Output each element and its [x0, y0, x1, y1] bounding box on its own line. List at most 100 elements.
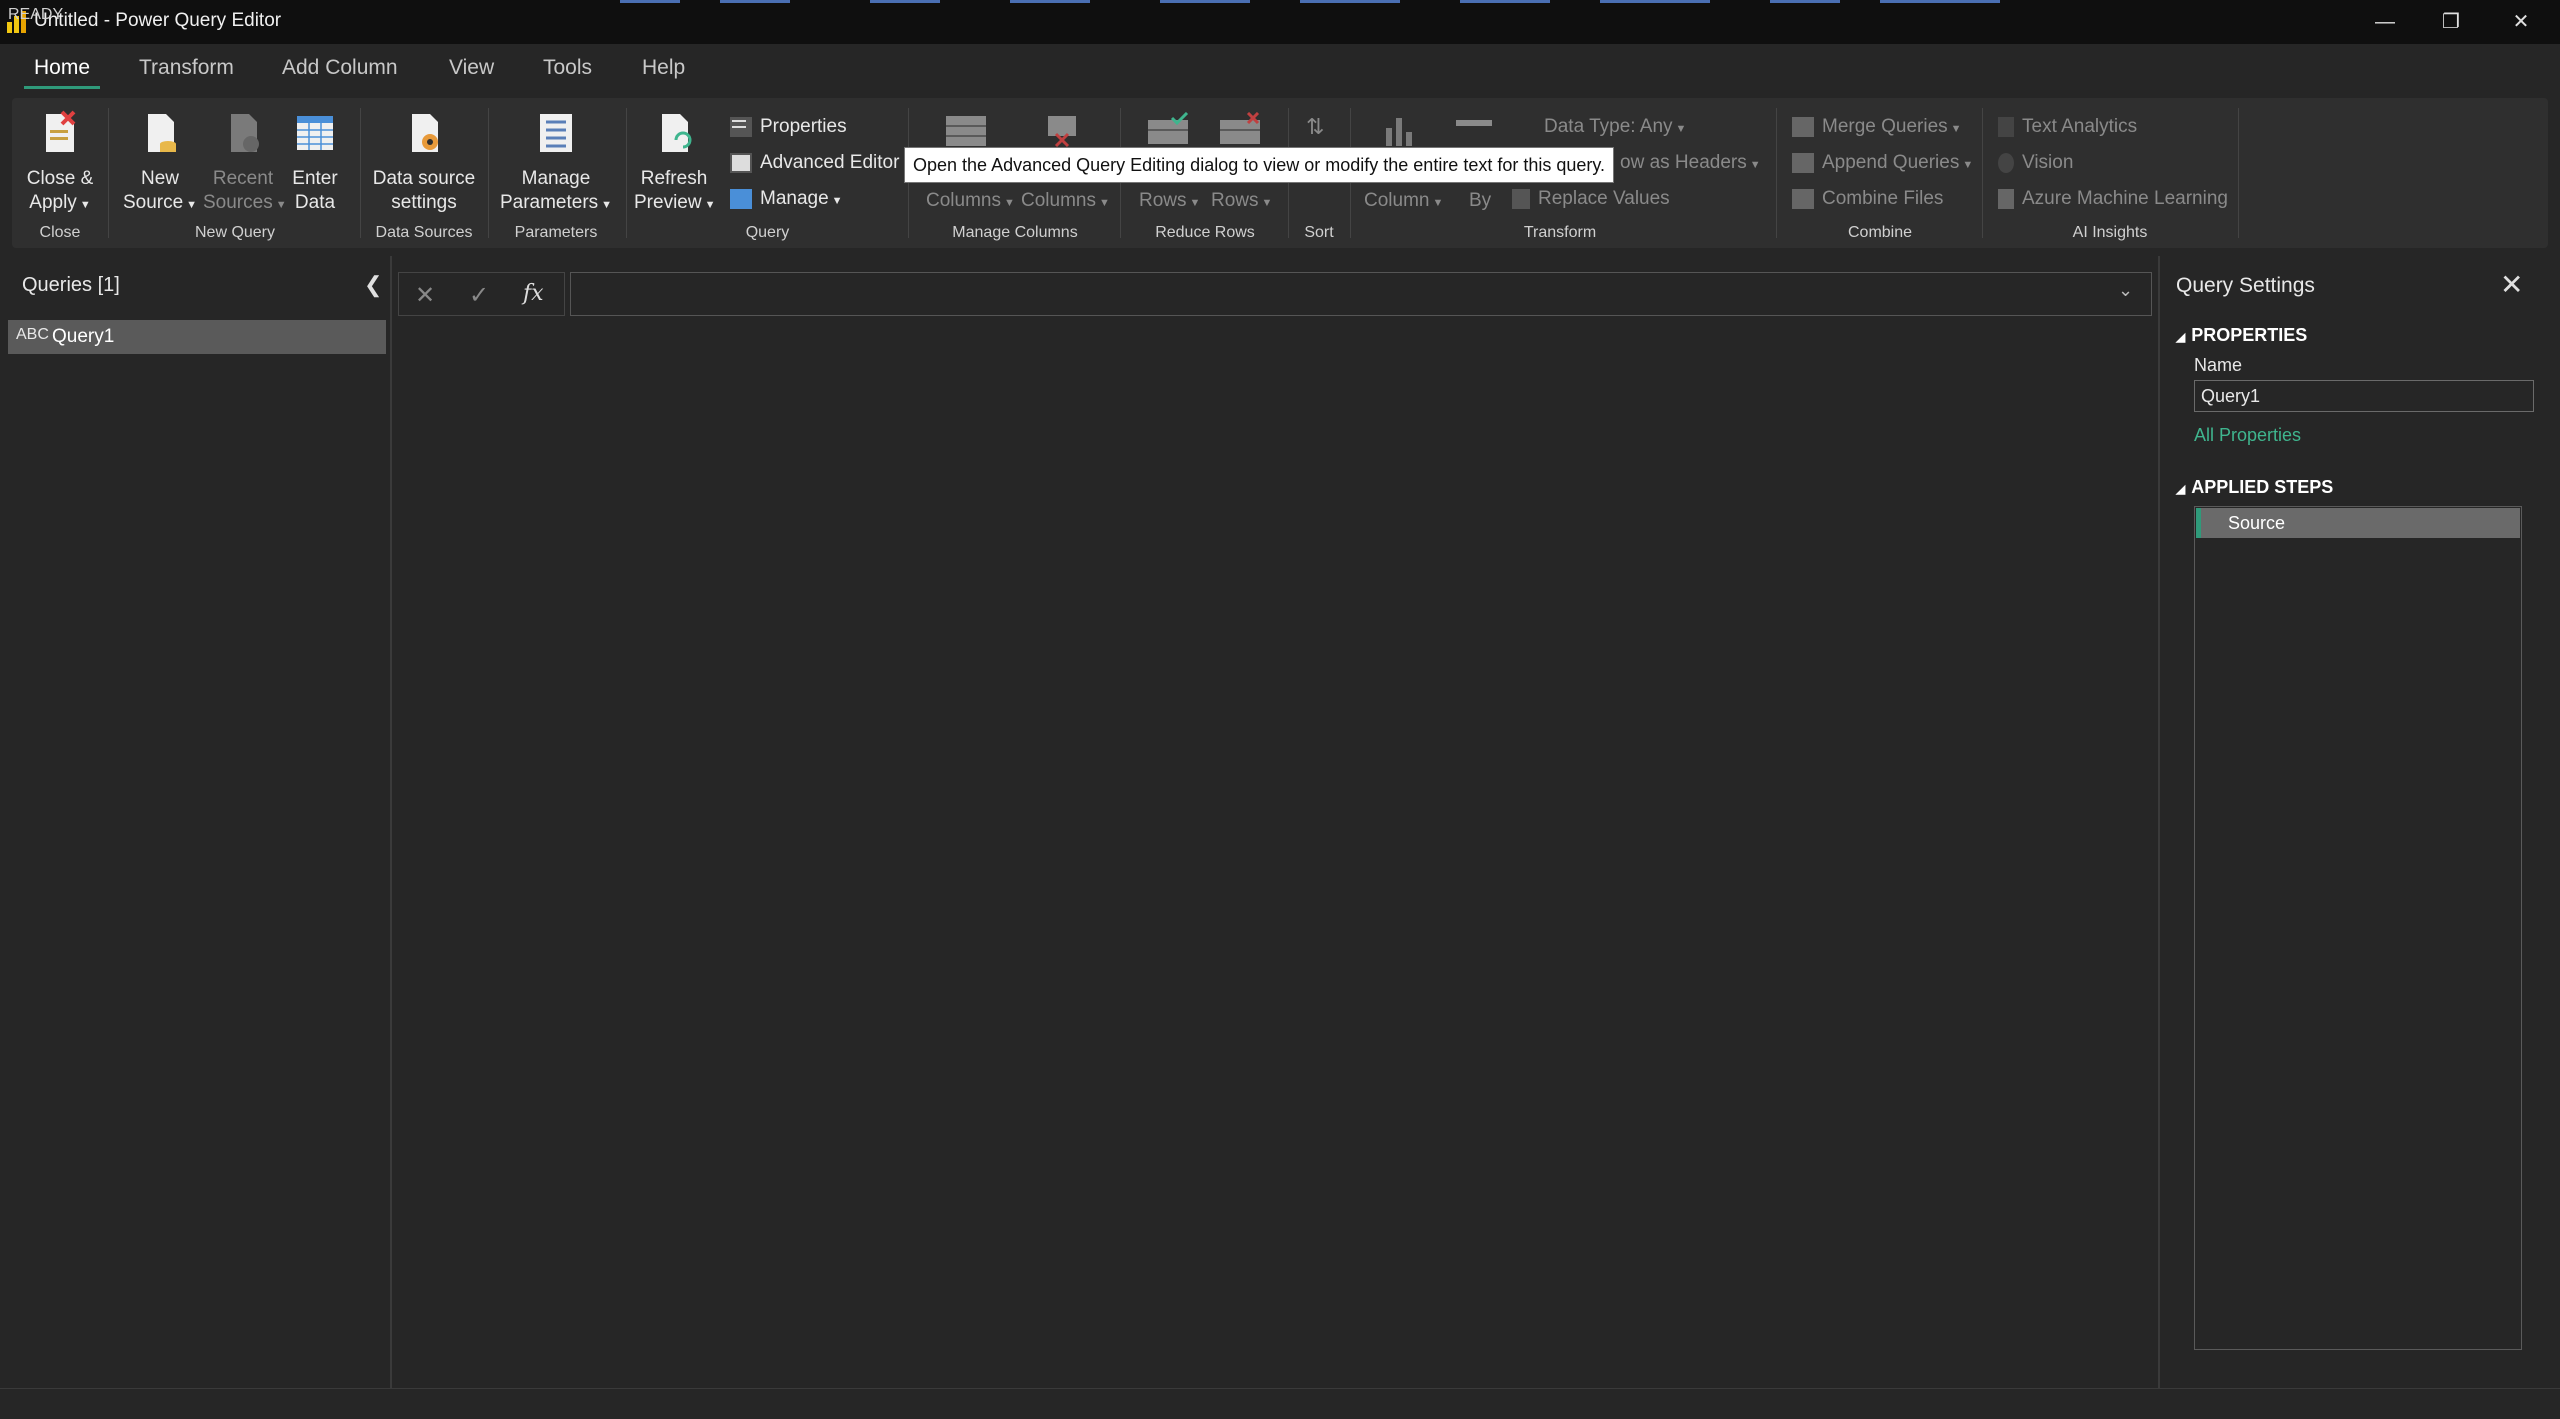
title-bar: Untitled - Power Query Editor — ❐ ✕ — [0, 0, 2560, 44]
chevron-left-icon[interactable]: ❮ — [364, 272, 382, 298]
remove-columns-button[interactable]: Columns ▼ — [1021, 190, 1110, 212]
remove-rows-button[interactable]: Rows ▼ — [1211, 190, 1272, 212]
text-analytics-icon — [1998, 116, 2014, 137]
data-type-dropdown[interactable]: Data Type: Any ▼ — [1544, 116, 1686, 138]
split-column-label: Column — [1364, 190, 1430, 211]
combine-files-icon — [1792, 188, 1814, 209]
refresh-icon — [662, 114, 692, 152]
combine-files-label: Combine Files — [1822, 188, 1944, 209]
minimize-button[interactable]: — — [2358, 6, 2412, 38]
applied-steps-section-header[interactable]: ◢ APPLIED STEPS — [2176, 477, 2333, 498]
group-label-sort: Sort — [1304, 224, 1334, 241]
formula-input[interactable] — [570, 272, 2152, 316]
restore-button[interactable]: ❐ — [2424, 6, 2478, 38]
azure-ml-label: Azure Machine Learning — [2022, 188, 2228, 209]
tab-view[interactable]: View — [449, 56, 494, 80]
group-label-new-query: New Query — [194, 224, 276, 241]
data-source-settings-button[interactable]: Data source settings — [368, 110, 480, 215]
chevron-down-icon: ▼ — [79, 199, 91, 211]
chevron-down-icon: ▼ — [1675, 123, 1687, 135]
group-label-data-sources: Data Sources — [375, 224, 473, 241]
text-analytics-button[interactable]: Text Analytics — [1998, 116, 2137, 138]
sort-ascending-icon[interactable]: ⇅ — [1306, 114, 1324, 140]
split-column-icon — [1386, 118, 1412, 146]
title-accent — [1300, 0, 1400, 3]
advanced-editor-button[interactable]: Advanced Editor — [730, 152, 899, 174]
query-name-input[interactable] — [2194, 380, 2534, 412]
replace-values-label: Replace Values — [1538, 188, 1670, 209]
applied-step-item[interactable]: Source — [2196, 508, 2520, 538]
chevron-down-icon: ▼ — [1098, 197, 1110, 209]
remove-columns-label: Columns — [1021, 190, 1096, 211]
group-by-label: By — [1469, 190, 1492, 211]
status-text: READY — [8, 6, 64, 23]
manage-parameters-button[interactable]: Manage Parameters ▼ — [496, 110, 616, 217]
combine-files-button[interactable]: Combine Files — [1792, 188, 1943, 210]
title-accent — [720, 0, 790, 3]
refresh-preview-label-2: Preview ▼ — [634, 192, 716, 213]
close-window-button[interactable]: ✕ — [2494, 6, 2548, 38]
properties-button[interactable]: Properties — [730, 116, 847, 138]
active-tab-indicator — [24, 86, 100, 89]
append-queries-icon — [1792, 152, 1814, 173]
tab-transform[interactable]: Transform — [139, 56, 234, 80]
advanced-editor-icon — [730, 152, 752, 173]
title-accent — [870, 0, 940, 3]
cancel-icon[interactable]: ✕ — [415, 281, 435, 310]
keep-rows-button[interactable]: Rows ▼ — [1139, 190, 1200, 212]
applied-steps-list — [2194, 506, 2522, 1350]
chevron-down-icon: ▼ — [1003, 197, 1015, 209]
recent-sources-button[interactable]: Recent Sources ▼ — [203, 110, 287, 217]
title-accent — [620, 0, 680, 3]
use-first-row-as-headers-button[interactable]: ow as Headers ▼ — [1620, 152, 1761, 174]
close-apply-button[interactable]: Close & Apply ▼ — [20, 110, 100, 217]
close-icon[interactable]: ✕ — [2500, 268, 2523, 301]
enter-data-label-2: Data — [294, 192, 336, 213]
group-separator — [1776, 108, 1777, 238]
new-source-label-2: Source ▼ — [122, 192, 198, 213]
group-label-transform: Transform — [1523, 224, 1597, 241]
group-separator — [2238, 108, 2239, 238]
data-source-settings-icon — [412, 114, 438, 152]
recent-sources-icon — [231, 114, 259, 152]
choose-columns-icon — [946, 116, 986, 146]
manage-button[interactable]: Manage ▼ — [730, 188, 843, 210]
check-icon[interactable]: ✓ — [469, 281, 489, 310]
title-accent — [1460, 0, 1550, 3]
split-column-button[interactable]: Column ▼ — [1364, 190, 1443, 212]
properties-icon — [730, 116, 752, 137]
chevron-down-icon: ▼ — [704, 199, 716, 211]
all-properties-link[interactable]: All Properties — [2194, 425, 2301, 446]
group-label-ai-insights: AI Insights — [2072, 224, 2148, 241]
replace-values-button[interactable]: Replace Values — [1512, 188, 1670, 210]
data-source-settings-label-2: settings — [391, 192, 457, 213]
tab-home[interactable]: Home — [34, 56, 90, 80]
fx-icon[interactable]: fx — [523, 281, 544, 306]
group-by-button[interactable]: By — [1469, 190, 1491, 212]
properties-section-header[interactable]: ◢ PROPERTIES — [2176, 325, 2307, 346]
append-queries-button[interactable]: Append Queries ▼ — [1792, 152, 1973, 174]
tab-add-column[interactable]: Add Column — [282, 56, 398, 80]
group-by-icon — [1456, 120, 1492, 126]
refresh-preview-button[interactable]: Refresh Preview ▼ — [634, 110, 716, 217]
vision-button[interactable]: Vision — [1998, 152, 2073, 174]
table-icon — [730, 188, 752, 209]
new-source-button[interactable]: New Source ▼ — [120, 110, 200, 217]
choose-columns-label: Columns — [926, 190, 1001, 211]
enter-data-button[interactable]: Enter Data — [275, 110, 355, 215]
parameters-icon — [540, 114, 572, 152]
group-label-query: Query — [745, 224, 790, 241]
query-list-item[interactable]: ABC Query1 — [8, 320, 386, 354]
tab-tools[interactable]: Tools — [543, 56, 592, 80]
enter-data-label-1: Enter — [292, 168, 338, 189]
chevron-down-icon[interactable]: ⌄ — [2118, 280, 2133, 301]
close-apply-label-1: Close & — [26, 168, 94, 189]
merge-queries-button[interactable]: Merge Queries ▼ — [1792, 116, 1962, 138]
remove-rows-icon — [1220, 112, 1260, 144]
chevron-down-icon: ▼ — [1189, 197, 1201, 209]
choose-columns-button[interactable]: Columns ▼ — [926, 190, 1015, 212]
azure-ml-button[interactable]: Azure Machine Learning — [1998, 188, 2228, 210]
tab-help[interactable]: Help — [642, 56, 685, 80]
group-separator — [488, 108, 489, 238]
replace-values-icon — [1512, 188, 1530, 209]
